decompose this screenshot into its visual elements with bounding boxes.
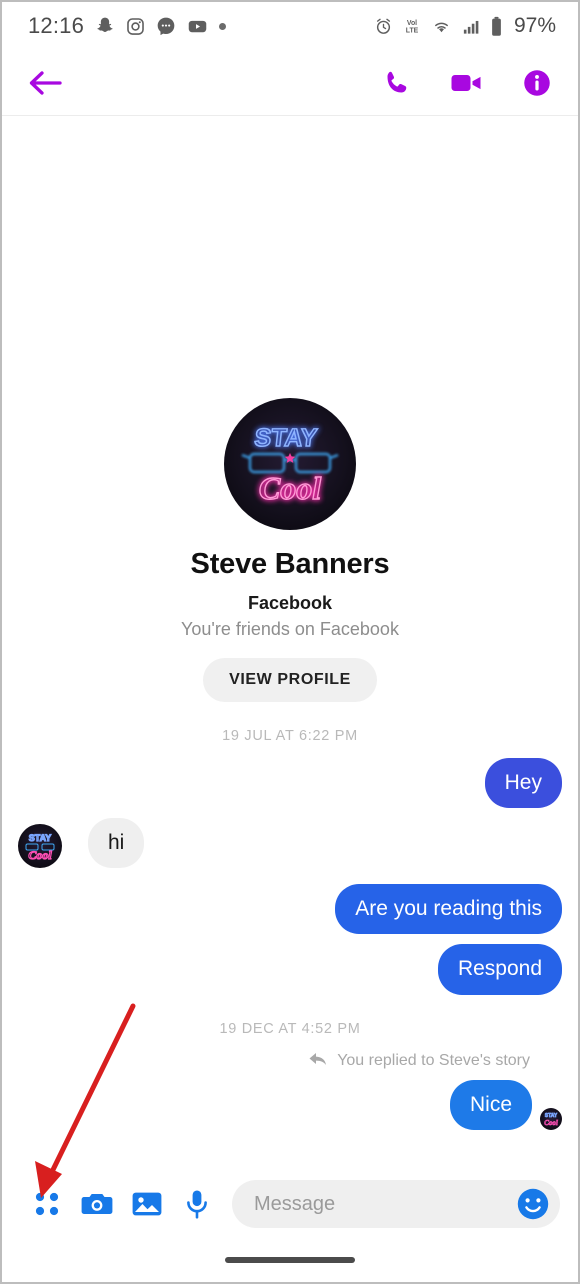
video-call-button[interactable] bbox=[450, 70, 484, 96]
sender-avatar[interactable]: STAY Cool bbox=[18, 824, 62, 869]
chat-header bbox=[2, 50, 578, 116]
svg-text:Cool: Cool bbox=[28, 848, 52, 862]
volte-icon: Vol LTE bbox=[402, 17, 422, 36]
profile-relation: You're friends on Facebook bbox=[181, 619, 399, 639]
home-indicator[interactable] bbox=[225, 1257, 355, 1263]
wifi-icon bbox=[431, 17, 452, 36]
status-bar-right: Vol LTE 97% bbox=[374, 14, 556, 38]
battery-icon bbox=[490, 16, 503, 37]
message-composer bbox=[2, 1170, 578, 1238]
profile-source: Facebook bbox=[247, 593, 333, 613]
message-bubble-outgoing[interactable]: Hey bbox=[484, 758, 562, 809]
neon-stay-cool-art-small: STAY Cool bbox=[25, 833, 55, 863]
emoji-icon[interactable] bbox=[516, 1187, 550, 1221]
back-button[interactable] bbox=[26, 68, 64, 98]
gesture-navigation-bar bbox=[2, 1238, 578, 1282]
message-bubble-incoming[interactable]: hi bbox=[88, 818, 145, 869]
svg-text:STAY: STAY bbox=[253, 424, 319, 452]
conversation-timestamp: 19 JUL AT 6:22 PM bbox=[222, 728, 358, 744]
message-row: Nice STAY Cool bbox=[18, 1079, 562, 1130]
signal-icon bbox=[461, 17, 481, 36]
message-row: Hey bbox=[18, 758, 562, 809]
svg-text:Vol: Vol bbox=[407, 19, 417, 26]
gallery-icon[interactable] bbox=[122, 1179, 172, 1229]
messenger-icon bbox=[156, 16, 176, 36]
profile-name: Steve Banners bbox=[190, 548, 390, 580]
profile-block: STAY STAY Cool Cool Steve Banners Facebo… bbox=[18, 116, 562, 702]
camera-icon[interactable] bbox=[72, 1179, 122, 1229]
youtube-icon bbox=[187, 16, 208, 37]
story-reply-text: You replied to Steve's story bbox=[337, 1052, 530, 1070]
reply-arrow-icon bbox=[308, 1051, 328, 1072]
conversation-thread[interactable]: STAY STAY Cool Cool Steve Banners Facebo… bbox=[2, 116, 578, 1173]
profile-avatar[interactable]: STAY STAY Cool Cool bbox=[224, 398, 356, 530]
message-input[interactable] bbox=[254, 1192, 516, 1216]
alarm-icon bbox=[374, 17, 393, 36]
status-bar: 12:16 Vol LTE 97% bbox=[2, 2, 578, 50]
instagram-icon bbox=[126, 17, 145, 36]
microphone-icon[interactable] bbox=[172, 1179, 222, 1229]
message-bubble-outgoing[interactable]: Nice bbox=[449, 1079, 532, 1130]
message-row: Respond bbox=[18, 944, 562, 995]
neon-stay-cool-art: STAY STAY Cool Cool bbox=[241, 423, 339, 508]
view-profile-button[interactable]: VIEW PROFILE bbox=[203, 658, 377, 702]
message-input-field[interactable] bbox=[232, 1180, 560, 1228]
svg-text:Cool: Cool bbox=[259, 470, 321, 506]
snapchat-icon bbox=[95, 16, 115, 36]
apps-grid-icon[interactable] bbox=[22, 1179, 72, 1229]
message-row: Are you reading this bbox=[18, 884, 562, 935]
story-reply-note: You replied to Steve's story bbox=[18, 1051, 530, 1072]
neon-stay-cool-art-tiny: STAY Cool bbox=[544, 1112, 558, 1127]
svg-text:STAY: STAY bbox=[29, 833, 52, 843]
svg-text:Cool: Cool bbox=[544, 1119, 558, 1127]
svg-text:LTE: LTE bbox=[406, 27, 419, 34]
conversation-info-button[interactable] bbox=[522, 68, 552, 98]
header-actions bbox=[382, 68, 552, 98]
conversation-timestamp: 19 DEC AT 4:52 PM bbox=[219, 1020, 361, 1037]
audio-call-button[interactable] bbox=[382, 68, 412, 98]
notification-dot-icon bbox=[219, 22, 227, 30]
message-bubble-outgoing[interactable]: Are you reading this bbox=[335, 884, 562, 935]
message-bubble-outgoing[interactable]: Respond bbox=[437, 944, 562, 995]
status-clock: 12:16 bbox=[28, 13, 85, 38]
message-row: STAY Cool hi bbox=[18, 818, 562, 869]
seen-receipt-avatar: STAY Cool bbox=[540, 1107, 562, 1130]
phone-screen: 12:16 Vol LTE 97% STAY STAY Cool Cool St… bbox=[0, 0, 580, 1284]
battery-percent: 97% bbox=[513, 14, 556, 37]
status-bar-left: 12:16 bbox=[28, 13, 227, 39]
